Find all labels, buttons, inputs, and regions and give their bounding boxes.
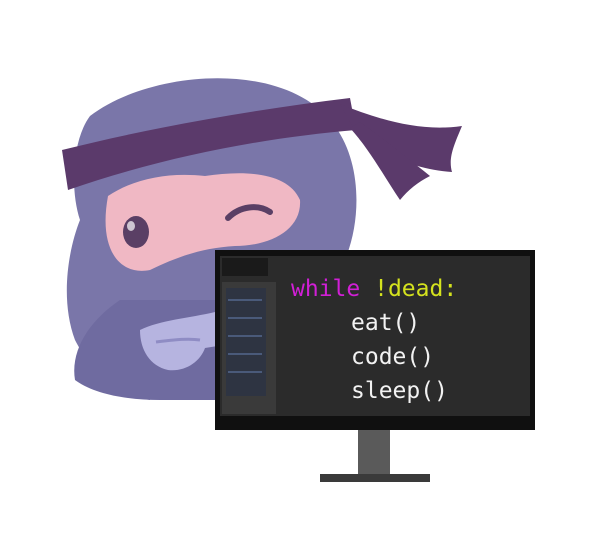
code-condition: !dead: — [360, 276, 458, 302]
code-line-sleep: sleep() — [351, 378, 448, 404]
code-line-while: while !dead: — [291, 278, 457, 301]
code-keyword: while — [291, 276, 361, 302]
ninja-at-monitor-illustration — [62, 78, 535, 482]
code-line-eat: eat() — [351, 310, 421, 336]
code-line-code: code() — [351, 344, 435, 370]
illustration: while !dead: eat() code() sleep() — [0, 0, 592, 536]
